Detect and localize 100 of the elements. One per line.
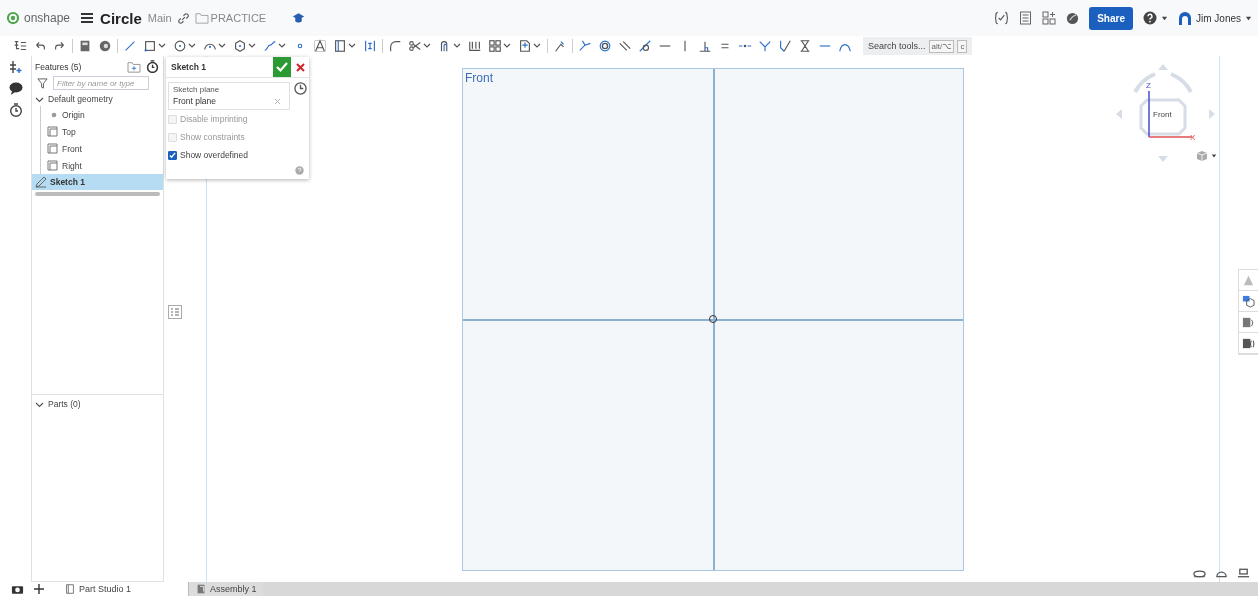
- new-folder-icon[interactable]: [127, 60, 141, 73]
- plane-icon: [47, 126, 58, 137]
- list-toggle-icon[interactable]: [168, 305, 182, 319]
- cancel-button[interactable]: [291, 57, 309, 77]
- grid-icon: [488, 39, 502, 53]
- plane-icon: [47, 160, 58, 171]
- clock-icon[interactable]: [294, 82, 307, 95]
- add-icon[interactable]: [34, 584, 44, 594]
- search-tools-field[interactable]: Search tools... alt/⌥ c: [863, 37, 973, 55]
- hexagon-icon: [233, 39, 247, 53]
- tree-item[interactable]: Front: [47, 140, 163, 157]
- feature-label: Sketch 1: [50, 177, 85, 187]
- checkbox[interactable]: [168, 150, 177, 160]
- document-list-icon[interactable]: [1019, 11, 1033, 25]
- symmetric-icon: [798, 39, 812, 53]
- sketch-plane-field[interactable]: Sketch plane Front plane: [168, 82, 290, 110]
- filter-icon[interactable]: [37, 77, 48, 89]
- caret-icon: [278, 42, 286, 50]
- view-cube-face[interactable]: Front: [1153, 110, 1172, 119]
- ellipse-icon[interactable]: [1193, 568, 1206, 578]
- parallel-icon: [618, 39, 632, 53]
- share-button[interactable]: Share: [1089, 6, 1133, 30]
- tree-item-label: Top: [62, 126, 76, 137]
- redo-icon: [53, 39, 67, 53]
- caret-icon: [188, 42, 196, 50]
- tree-item[interactable]: Origin: [47, 106, 163, 123]
- user-menu[interactable]: Jim Jones: [1178, 11, 1252, 25]
- graduation-cap-icon[interactable]: [292, 12, 306, 24]
- help-icon: [1143, 11, 1157, 25]
- variables-icon[interactable]: [994, 11, 1010, 25]
- caret-icon: [248, 42, 256, 50]
- caret-icon: [1161, 14, 1168, 22]
- field-label: Sketch plane: [173, 85, 221, 94]
- caret-icon: [218, 42, 226, 50]
- accept-button[interactable]: [273, 57, 291, 77]
- tree-item[interactable]: Right: [47, 157, 163, 174]
- box-icon: [1242, 294, 1255, 308]
- checkbox-label: Show constraints: [180, 132, 245, 142]
- view-cube-drawing[interactable]: [1132, 70, 1194, 138]
- coincident-icon: [578, 39, 592, 53]
- shortcut-key: alt/⌥: [928, 39, 955, 53]
- tree-group-row[interactable]: Default geometry: [32, 90, 163, 106]
- caret-icon: [423, 42, 431, 50]
- logo-icon[interactable]: [6, 11, 20, 25]
- comment-icon[interactable]: [8, 82, 23, 95]
- avatar-icon: [1178, 11, 1192, 25]
- dome-icon[interactable]: [1215, 568, 1228, 578]
- document-title: Circle: [100, 9, 142, 27]
- bracket-icon: [363, 39, 377, 53]
- logo-text: onshape: [24, 11, 71, 25]
- tree-item[interactable]: Top: [47, 123, 163, 140]
- cube-icon: [1196, 150, 1208, 162]
- camera-icon[interactable]: [11, 584, 24, 594]
- stopwatch-icon[interactable]: [8, 103, 23, 117]
- filter-field[interactable]: Filter by name or type: [53, 76, 149, 90]
- tab-label: Part Studio 1: [79, 584, 132, 594]
- help-button[interactable]: [1143, 11, 1168, 25]
- checkbox-label: Show overdefined: [180, 150, 249, 160]
- view-mode-button[interactable]: [1196, 150, 1217, 162]
- stopwatch-icon[interactable]: [146, 60, 159, 73]
- axis-label: Z: [1146, 81, 1151, 90]
- parts-header[interactable]: Parts (0): [32, 395, 163, 411]
- axis-triad-drawing: [1148, 91, 1192, 138]
- globe-icon[interactable]: [1066, 11, 1080, 25]
- list-icon: [13, 39, 27, 53]
- caret-icon: [533, 42, 541, 50]
- caret-icon: [348, 42, 356, 50]
- dialog-title: Sketch 1: [171, 62, 207, 72]
- search-placeholder: Search tools...: [868, 41, 926, 51]
- curve-icon: [263, 39, 277, 53]
- feature-row[interactable]: Sketch 1: [32, 174, 163, 190]
- scrollbar[interactable]: [35, 192, 160, 196]
- branch-name[interactable]: Main: [147, 12, 172, 24]
- frame-icon: [333, 39, 347, 53]
- pencil-icon: [35, 176, 47, 188]
- plane-label: Front: [465, 71, 493, 85]
- fillet-icon: [388, 39, 402, 53]
- base-icon[interactable]: [1237, 568, 1250, 578]
- plane-icon: [47, 143, 58, 154]
- document-tab[interactable]: Assembly 1: [188, 582, 263, 596]
- caret-icon: [1211, 153, 1217, 159]
- field-value: Front plane: [173, 96, 216, 106]
- tree-item-label: Right: [62, 160, 82, 171]
- assembly-icon: [195, 583, 207, 595]
- apps-icon[interactable]: [1042, 11, 1057, 25]
- menu-icon[interactable]: [80, 12, 95, 24]
- pyramid-icon: [1242, 273, 1255, 287]
- tree-item-label: Front: [62, 143, 82, 154]
- tree-item-label: Origin: [62, 109, 85, 120]
- link-icon[interactable]: [177, 12, 189, 24]
- caret-icon: [158, 42, 166, 50]
- import-icon: [518, 39, 532, 53]
- folder-name[interactable]: PRACTICE: [210, 12, 267, 24]
- scissors-icon: [408, 39, 422, 53]
- undo-icon: [33, 39, 47, 53]
- user-name: Jim Jones: [1196, 12, 1241, 24]
- configurations-icon[interactable]: [8, 60, 23, 74]
- letter-icon: [313, 39, 327, 53]
- circle-icon: [173, 39, 187, 53]
- caret-icon: [1245, 14, 1252, 22]
